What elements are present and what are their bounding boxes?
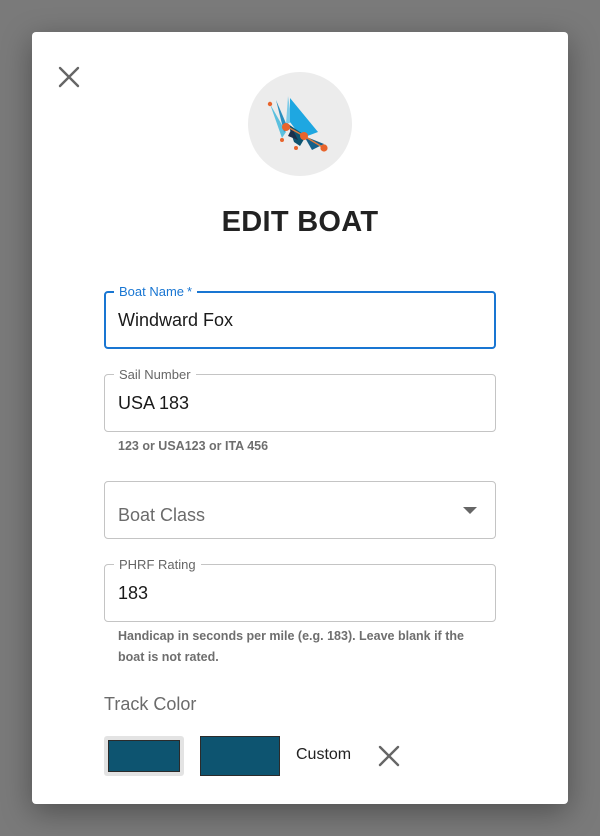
selected-color-swatch[interactable]	[104, 736, 184, 776]
track-color-label: Track Color	[104, 694, 197, 714]
sailboat-logo-icon	[267, 96, 328, 152]
phrf-rating-input[interactable]: 183	[118, 582, 148, 604]
close-icon	[378, 745, 400, 767]
phrf-rating-field[interactable]: PHRF Rating 183	[104, 557, 496, 622]
close-icon	[58, 66, 80, 88]
edit-boat-dialog: EDIT BOAT Boat Name * Windward Fox Sail N…	[32, 32, 568, 804]
boat-name-input[interactable]: Windward Fox	[118, 309, 233, 331]
boat-class-placeholder: Boat Class	[118, 505, 206, 525]
required-mark: *	[187, 284, 193, 299]
boat-class-select[interactable]: Boat Class	[104, 481, 496, 539]
phrf-rating-helper: Handicap in seconds per mile (e.g. 183).…	[118, 629, 464, 664]
selected-color-fill	[108, 740, 180, 772]
clear-color-button[interactable]	[374, 743, 404, 769]
custom-color-label: Custom	[296, 746, 352, 763]
sail-number-input[interactable]: USA 183	[118, 392, 189, 414]
dialog-title: EDIT BOAT	[221, 206, 379, 238]
close-button[interactable]	[54, 62, 84, 92]
phrf-rating-label: PHRF Rating	[114, 557, 201, 572]
custom-color-swatch[interactable]	[200, 736, 280, 776]
boat-name-label: Boat Name *	[114, 284, 198, 299]
boat-name-field[interactable]: Boat Name * Windward Fox	[104, 284, 496, 349]
dropdown-arrow-icon	[463, 507, 477, 514]
sail-number-helper: 123 or USA123 or ITA 456	[118, 439, 269, 453]
sail-number-label: Sail Number	[114, 367, 196, 382]
boat-avatar	[248, 72, 352, 176]
sail-number-field[interactable]: Sail Number USA 183	[104, 367, 496, 432]
